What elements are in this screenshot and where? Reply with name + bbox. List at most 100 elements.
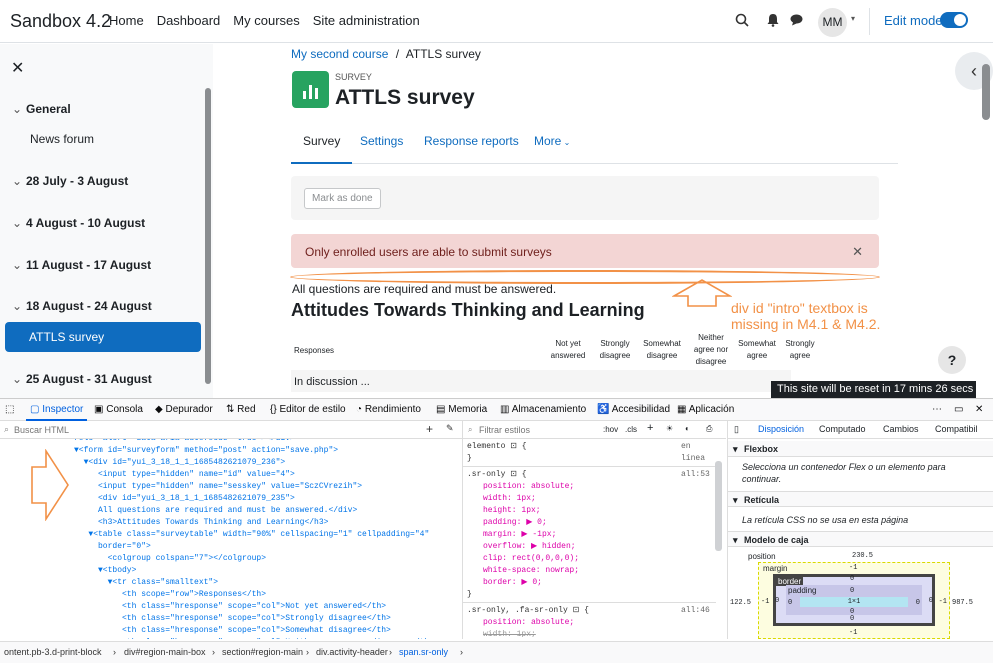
light-mode-icon[interactable]: ☀ [666,423,673,435]
dock-icon[interactable]: ▭ [954,404,963,415]
section-week-2[interactable]: ⌄ 4 August - 10 August [12,216,145,230]
crumb-node[interactable]: div.activity-header [316,647,388,657]
html-node[interactable]: ▼<div id="yui_3_18_1_1_1685482621079_236… [74,457,286,469]
chevron-down-icon[interactable]: ⌄ [12,102,26,116]
devtools-tab-application[interactable]: ▦ Aplicación [677,404,734,415]
activity-attls-survey[interactable]: ATTLS survey [5,322,201,352]
drawer-scrollbar[interactable] [205,88,211,384]
style-declaration[interactable]: } [467,589,472,601]
html-node[interactable]: ▼<table class="surveytable" width="90%" … [74,529,429,541]
nav-home[interactable]: Home [109,13,144,28]
crumb-node-selected[interactable]: span.sr-only [399,647,448,657]
eyedropper-icon[interactable]: ✎ [446,423,454,434]
devtools-tab-memory[interactable]: ▤ Memoria [436,404,487,415]
user-avatar[interactable]: MM [818,8,847,37]
add-rule-icon[interactable]: + [647,422,653,434]
content-box[interactable]: 1×1 [800,597,908,607]
padding-box[interactable]: padding 0 0 0 1×1 0 [786,585,922,616]
layout-tab-compatibil[interactable]: Compatibil [935,424,978,434]
tab-survey[interactable]: Survey [291,134,353,164]
add-node-icon[interactable]: + [426,422,433,436]
panel-toggle-icon[interactable]: ▯ [734,424,739,435]
message-icon[interactable] [790,14,803,26]
html-node[interactable]: <input type="hidden" name="sesskey" valu… [74,481,362,493]
html-node[interactable]: <div id="yui_3_18_1_1_1685482621079_235"… [74,493,295,505]
chevron-down-icon[interactable]: ⌄ [12,174,26,188]
devtools-tab-performance[interactable]: ◔ Rendimiento [356,404,421,415]
devtools-tab-debugger[interactable]: ◆ Depurador [155,404,213,415]
site-brand[interactable]: Sandbox 4.2 [10,11,111,32]
section-general[interactable]: ⌄ General [12,102,71,116]
styles-scrollbar[interactable] [715,461,722,551]
crumb-node[interactable]: ontent.pb-3.d-print-block [4,647,102,657]
close-drawer-icon[interactable]: ✕ [11,58,24,78]
crumb-more-icon[interactable]: › [460,647,463,657]
html-node[interactable]: <th class="hresponse" scope="col">Somewh… [74,625,391,637]
crumb-node[interactable]: section#region-main [222,647,303,657]
nav-site-administration[interactable]: Site administration [313,13,420,28]
flexbox-section-header[interactable]: ▾ Flexbox [728,441,993,457]
section-week-4[interactable]: ⌄ 18 August - 24 August [12,299,152,313]
help-button[interactable]: ? [938,346,966,374]
style-rule-source[interactable]: en línea [681,441,716,465]
style-declaration[interactable]: height: 1px; [483,505,541,517]
border-box[interactable]: border 0 0 0 padding 0 0 0 1×1 0 0 [773,574,935,626]
bell-icon[interactable] [767,13,779,27]
devtools-tab-console[interactable]: ▣ Consola [94,404,143,415]
chevron-down-icon[interactable]: ⌄ [12,299,26,313]
devtools-tab-inspector[interactable]: ▢ Inspector [25,404,88,421]
devtools-tab-style-editor[interactable]: {} Editor de estilo [270,404,346,415]
page-scrollbar[interactable] [982,64,990,120]
style-declaration[interactable]: margin: ▶ -1px; [483,529,556,541]
section-week-3[interactable]: ⌄ 11 August - 17 August [12,258,151,272]
grid-section-header[interactable]: ▾ Retícula [728,491,993,507]
nav-dashboard[interactable]: Dashboard [157,13,221,28]
style-rule-selector[interactable]: elemento ⊡ { [467,441,527,453]
chevron-down-icon[interactable]: ⌄ [12,216,26,230]
html-node[interactable]: <th class="hresponse" scope="col">Not ye… [74,601,386,613]
devtools-tab-storage[interactable]: ▥ Almacenamiento [500,404,586,415]
activity-news-forum[interactable]: News forum [30,132,94,146]
search-html-input[interactable] [14,423,314,436]
mark-as-done-button[interactable]: Mark as done [304,188,381,209]
style-declaration[interactable]: width: 1px; [483,493,536,505]
margin-box[interactable]: margin -1 -1 -1 border 0 0 0 padding 0 0… [758,562,950,639]
html-node[interactable]: ▼<tr class="smalltext"> [74,577,218,589]
dark-mode-icon[interactable]: ◐ [685,423,690,435]
devtools-tab-network[interactable]: ⇅ Red [226,404,256,415]
tab-response-reports[interactable]: Response reports [412,134,531,164]
style-rule-selector[interactable]: .sr-only, .fa-sr-only ⊡ { [467,605,589,617]
hover-state-toggle[interactable]: :hov [603,424,618,436]
chevron-down-icon[interactable]: ⌄ [12,372,26,386]
edit-mode-toggle[interactable] [940,12,968,28]
style-rule-selector[interactable]: .sr-only ⊡ { [467,469,527,481]
close-icon[interactable]: ✕ [852,244,863,260]
more-options-icon[interactable]: ⋯ [932,404,942,415]
style-declaration[interactable]: position: absolute; [483,481,574,493]
style-declaration[interactable]: width: 1px; [483,629,536,637]
html-node[interactable]: ▼<tbody> [74,565,136,577]
style-declaration[interactable]: clip: rect(0,0,0,0); [483,553,579,565]
nav-my-courses[interactable]: My courses [233,13,299,28]
layout-tab-computado[interactable]: Computado [819,424,866,434]
breadcrumb-course-link[interactable]: My second course [291,47,388,61]
html-node[interactable]: border="0"> [74,541,151,553]
html-node[interactable]: <h3>Attitudes Towards Thinking and Learn… [74,517,328,529]
html-node[interactable]: <input type="hidden" name="id" value="4"… [74,469,295,481]
devtools-tab-accessibility[interactable]: ♿ Accesibilidad [597,404,670,415]
chevron-down-icon[interactable]: ⌄ [12,258,26,272]
style-rule-source[interactable]: all:53 [681,469,710,481]
section-week-5[interactable]: ⌄ 25 August - 31 August [12,372,152,386]
style-declaration[interactable]: border: ▶ 0; [483,577,542,589]
html-node[interactable]: <th scope="row">Responses</th> [74,589,266,601]
html-node[interactable]: <colgroup colspan="7"></colgroup> [74,553,266,565]
user-menu-chevron-icon[interactable]: ▾ [851,14,855,23]
style-declaration[interactable]: } [467,453,472,465]
tab-more[interactable]: More ⌄ [522,134,582,164]
html-node[interactable]: All questions are required and must be a… [74,505,357,517]
boxmodel-section-header[interactable]: ▾ Modelo de caja [728,531,993,547]
print-icon[interactable]: ⎙ [706,423,712,435]
search-icon[interactable] [735,13,749,27]
style-rule-source[interactable]: all:46 [681,605,710,617]
pick-element-icon[interactable]: ⬚ [5,404,14,415]
